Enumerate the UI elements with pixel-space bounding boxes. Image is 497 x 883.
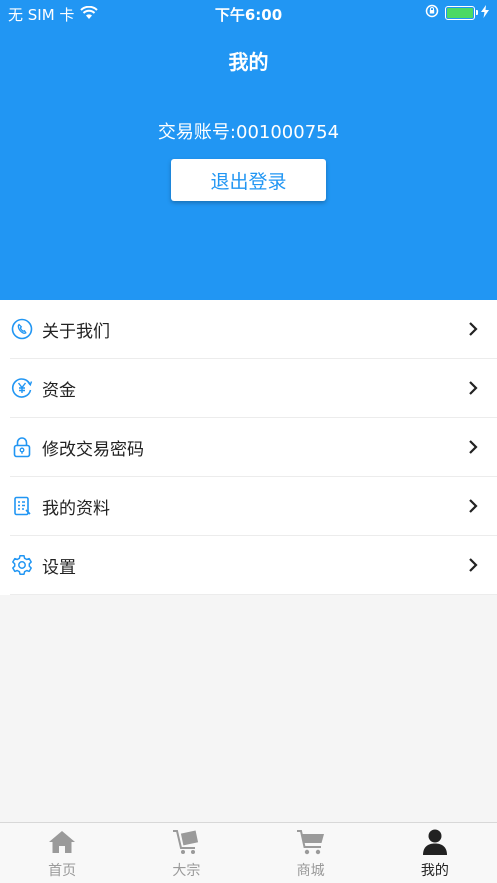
chevron-right-icon [469, 381, 478, 395]
menu-item-label: 关于我们 [42, 321, 110, 342]
tab-home[interactable]: 首页 [0, 823, 124, 883]
chevron-right-icon [469, 499, 478, 513]
menu-item-label: 修改交易密码 [42, 439, 144, 460]
menu-item-label: 设置 [42, 557, 76, 578]
menu-item-label: 资金 [42, 380, 76, 401]
account-number: 交易账号:001000754 [157, 122, 340, 143]
tab-mall[interactable]: 商城 [249, 823, 373, 883]
logout-button[interactable]: 退出登录 [171, 159, 326, 201]
battery-icon [445, 6, 478, 20]
menu-list: 关于我们 资金 修改交易密码 我的资料 设置 [0, 300, 497, 595]
gear-icon [10, 553, 34, 577]
chevron-right-icon [469, 440, 478, 454]
chevron-right-icon [469, 322, 478, 336]
tab-label: 我的 [420, 863, 449, 879]
tab-label: 首页 [48, 863, 77, 879]
menu-item-settings[interactable]: 设置 [10, 536, 497, 595]
charging-icon [481, 4, 489, 22]
menu-item-about[interactable]: 关于我们 [10, 300, 497, 359]
tab-label: 大宗 [172, 863, 201, 879]
battery-level [447, 8, 473, 18]
yen-icon [10, 376, 34, 400]
page-title: 我的 [228, 50, 269, 74]
shopping-cart-icon [296, 828, 326, 856]
status-bar: 无 SIM 卡 下午6:00 [0, 0, 497, 26]
menu-item-change-password[interactable]: 修改交易密码 [10, 418, 497, 477]
menu-item-funds[interactable]: 资金 [10, 359, 497, 418]
phone-icon [10, 317, 34, 341]
tab-bar: 首页 大宗 商城 我的 [0, 822, 497, 883]
profile-header: 无 SIM 卡 下午6:00 我的 交易账号:001000754 退出登录 [0, 0, 497, 300]
menu-item-label: 我的资料 [42, 498, 110, 519]
rotation-lock-icon [425, 4, 439, 22]
cart-box-icon [171, 828, 201, 856]
user-icon [420, 828, 450, 856]
menu-item-my-profile[interactable]: 我的资料 [10, 477, 497, 536]
lock-icon [10, 435, 34, 459]
tab-mine[interactable]: 我的 [373, 823, 497, 883]
chevron-right-icon [469, 558, 478, 572]
status-time: 下午6:00 [214, 6, 283, 24]
document-icon [10, 494, 34, 518]
home-icon [47, 828, 77, 856]
tab-label: 商城 [296, 863, 325, 879]
tab-bulk[interactable]: 大宗 [124, 823, 248, 883]
